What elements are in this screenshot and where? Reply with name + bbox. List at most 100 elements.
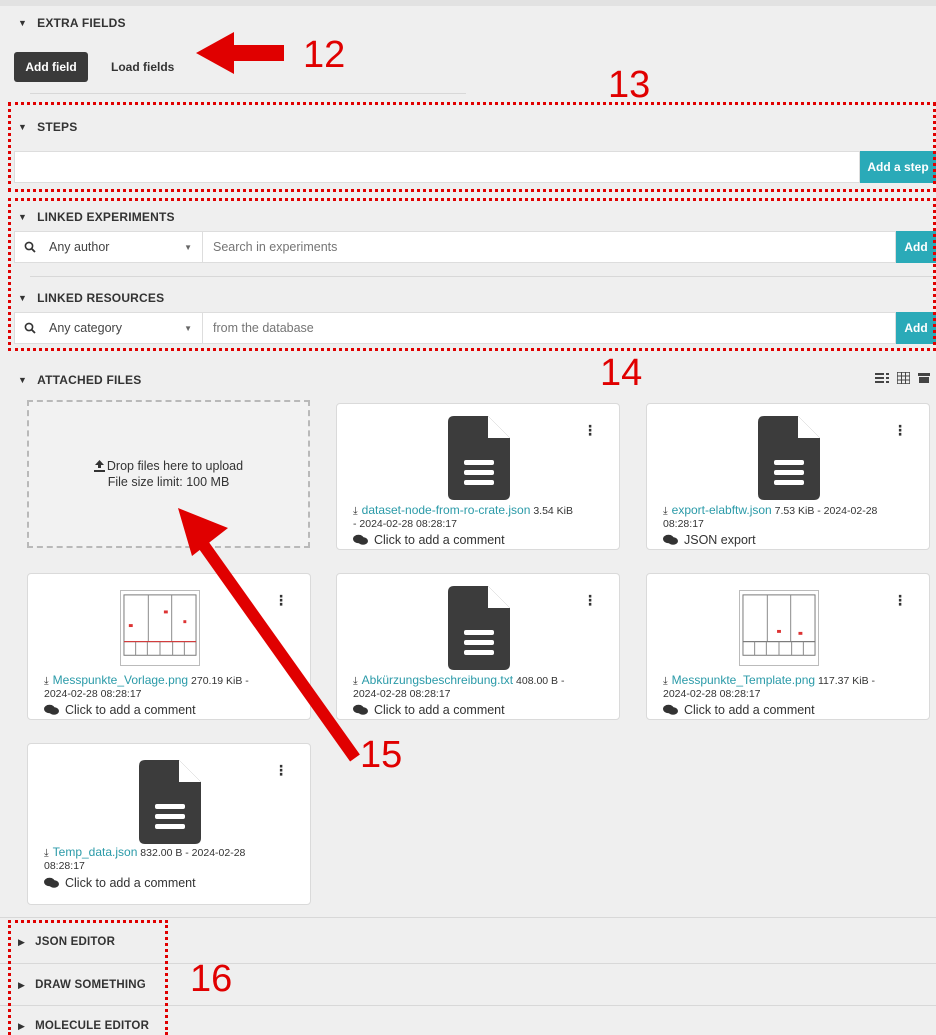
file-info: 408.00 B - (513, 675, 565, 687)
file-comment[interactable]: JSON export (663, 533, 756, 547)
add-experiment-link-button[interactable]: Add (896, 231, 936, 263)
linked-experiments-search-row: Any author ▼ (14, 231, 896, 263)
file-icon (448, 416, 510, 500)
file-icon (448, 586, 510, 670)
list-view-icon[interactable] (875, 372, 889, 384)
section-title: JSON EDITOR (35, 936, 116, 948)
search-icon (15, 322, 45, 334)
kebab-icon[interactable]: ⋮ (893, 422, 907, 439)
divider (0, 917, 936, 918)
file-info: 117.37 KiB - (815, 675, 876, 687)
section-title: ATTACHED FILES (37, 373, 142, 387)
annotation-13: 13 (608, 64, 651, 106)
section-attached-files-toggle[interactable]: ▼ ATTACHED FILES (18, 373, 141, 387)
section-molecule-editor-toggle[interactable]: ▶ MOLECULE EDITOR (18, 1020, 149, 1032)
file-name-link[interactable]: Abkürzungsbeschreibung.txt (362, 673, 513, 687)
section-json-editor-toggle[interactable]: ▶ JSON EDITOR (18, 936, 115, 948)
section-title: DRAW SOMETHING (35, 979, 146, 991)
grid-view-icon[interactable] (897, 372, 910, 384)
file-info: 7.53 KiB - 2024-02-28 (771, 505, 878, 517)
file-name-link[interactable]: dataset-node-from-ro-crate.json (362, 503, 531, 517)
file-info: 3.54 KiB (530, 505, 574, 517)
category-select[interactable]: Any category ▼ (45, 313, 203, 343)
section-draw-something-toggle[interactable]: ▶ DRAW SOMETHING (18, 979, 146, 991)
download-icon[interactable]: ⤓ (44, 847, 49, 859)
comment-text: Click to add a comment (374, 533, 505, 547)
kebab-icon[interactable]: ⋮ (583, 592, 597, 609)
caret-down-icon: ▼ (18, 18, 28, 28)
kebab-icon[interactable]: ⋮ (583, 422, 597, 439)
file-comment[interactable]: Click to add a comment (353, 703, 505, 717)
kebab-icon[interactable]: ⋮ (893, 592, 907, 609)
file-name-link[interactable]: export-elabftw.json (672, 503, 772, 517)
comments-icon (663, 534, 678, 545)
author-select[interactable]: Any author ▼ (45, 232, 203, 262)
file-name-link[interactable]: Messpunkte_Vorlage.png (53, 673, 188, 687)
file-name-link[interactable]: Temp_data.json (53, 845, 138, 859)
divider (30, 276, 936, 277)
caret-right-icon: ▶ (18, 1020, 26, 1031)
step-input[interactable] (14, 151, 860, 183)
load-fields-button[interactable]: Load fields (111, 52, 174, 82)
comment-text: Click to add a comment (684, 703, 815, 717)
divider (0, 1005, 936, 1006)
section-linked-experiments-toggle[interactable]: ▼ LINKED EXPERIMENTS (18, 210, 175, 224)
divider (0, 963, 936, 964)
annotation-arrow-12 (196, 32, 284, 74)
annotation-15: 15 (360, 734, 403, 776)
comments-icon (663, 704, 678, 715)
section-title: LINKED RESOURCES (37, 291, 165, 305)
experiments-search-input[interactable] (203, 232, 895, 262)
linked-resources-search-row: Any category ▼ (14, 312, 896, 344)
add-field-button[interactable]: Add field (14, 52, 88, 82)
file-comment[interactable]: Click to add a comment (663, 703, 815, 717)
caret-right-icon: ▶ (18, 936, 26, 947)
upload-size-limit: File size limit: 100 MB (107, 475, 230, 489)
floor-plan-thumbnail (739, 590, 819, 666)
view-toggle (875, 372, 930, 384)
section-title: STEPS (37, 120, 78, 134)
file-meta: ⤓ Messpunkte_Template.png 117.37 KiB - 20… (663, 674, 917, 701)
file-icon (758, 416, 820, 500)
file-name-link[interactable]: Messpunkte_Template.png (672, 673, 815, 687)
caret-down-icon: ▼ (18, 293, 28, 303)
file-card[interactable]: ⋮ ⤓ Messpunkte_Template.png 117.37 KiB - … (646, 573, 930, 720)
section-title: LINKED EXPERIMENTS (37, 210, 175, 224)
file-meta: ⤓ export-elabftw.json 7.53 KiB - 2024-02-… (663, 504, 917, 531)
file-date: 08:28:17 (44, 860, 85, 872)
upload-hint: Drop files here to upload (106, 459, 244, 473)
file-comment[interactable]: Click to add a comment (353, 533, 505, 547)
section-steps-toggle[interactable]: ▼ STEPS (18, 120, 77, 134)
section-linked-resources-toggle[interactable]: ▼ LINKED RESOURCES (18, 291, 164, 305)
chevron-down-icon: ▼ (184, 323, 192, 333)
file-info: 832.00 B - 2024-02-28 (137, 847, 246, 859)
annotation-arrow-15 (178, 508, 360, 762)
file-card[interactable]: ⋮ ⤓ export-elabftw.json 7.53 KiB - 2024-0… (646, 403, 930, 550)
file-card[interactable]: ⋮ ⤓ dataset-node-from-ro-crate.json 3.54 … (336, 403, 620, 550)
caret-down-icon: ▼ (18, 212, 28, 222)
file-date: 2024-02-28 08:28:17 (44, 688, 142, 700)
resources-search-input[interactable] (203, 313, 895, 343)
file-comment[interactable]: Click to add a comment (44, 876, 196, 890)
download-icon[interactable]: ⤓ (663, 675, 668, 687)
annotation-14: 14 (600, 352, 643, 394)
add-resource-link-button[interactable]: Add (896, 312, 936, 344)
caret-down-icon: ▼ (18, 122, 28, 132)
file-card[interactable]: ⋮ ⤓ Abkürzungsbeschreibung.txt 408.00 B -… (336, 573, 620, 720)
search-icon (15, 241, 45, 253)
comments-icon (44, 704, 59, 715)
caret-right-icon: ▶ (18, 979, 26, 990)
top-border (0, 0, 936, 6)
download-icon[interactable]: ⤓ (663, 505, 668, 517)
section-title: EXTRA FIELDS (37, 16, 126, 30)
add-step-button[interactable]: Add a step (860, 151, 936, 183)
archive-icon[interactable] (918, 372, 930, 384)
file-meta: ⤓ dataset-node-from-ro-crate.json 3.54 Ki… (353, 504, 607, 531)
author-select-value: Any author (49, 240, 110, 254)
divider (30, 93, 466, 94)
caret-down-icon: ▼ (18, 375, 28, 385)
download-icon[interactable]: ⤓ (44, 675, 49, 687)
category-select-value: Any category (49, 321, 122, 335)
annotation-12: 12 (303, 34, 346, 76)
section-extra-fields-toggle[interactable]: ▼ EXTRA FIELDS (18, 16, 126, 30)
